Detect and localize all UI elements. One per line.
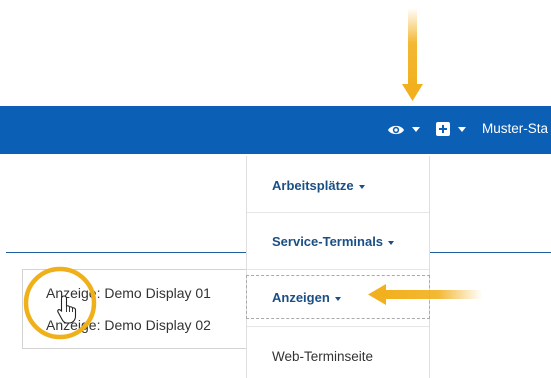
menu-item-label: Arbeitsplätze (272, 178, 354, 193)
menu-item-label: Anzeigen (272, 290, 330, 305)
menu-item-anzeigen[interactable]: Anzeigen (246, 275, 430, 319)
plus-dropdown-caret-icon[interactable] (458, 127, 466, 132)
display-submenu: Anzeige: Demo Display 01 Anzeige: Demo D… (22, 269, 248, 349)
eye-icon[interactable] (387, 123, 405, 137)
menu-item-web-terminseite[interactable]: Web-Terminseite (247, 346, 429, 376)
user-menu-label[interactable]: Muster-Sta (482, 121, 548, 136)
arrow-down-icon (402, 8, 423, 101)
display-option-2[interactable]: Anzeige: Demo Display 02 (46, 317, 211, 333)
caret-down-icon (358, 184, 365, 189)
view-dropdown-menu: Arbeitsplätze Service-Terminals Anzeigen… (246, 156, 430, 378)
display-option-1[interactable]: Anzeige: Demo Display 01 (46, 285, 211, 301)
eye-dropdown-caret-icon[interactable] (412, 127, 420, 132)
menu-divider (247, 326, 429, 327)
menu-item-service-terminals[interactable]: Service-Terminals (247, 213, 429, 270)
menu-item-label: Service-Terminals (272, 234, 384, 249)
plus-square-icon[interactable] (436, 122, 450, 136)
caret-down-icon (334, 296, 341, 301)
caret-down-icon (388, 240, 395, 245)
menu-item-arbeitsplaetze[interactable]: Arbeitsplätze (247, 156, 429, 213)
top-navbar: Muster-Sta (0, 106, 551, 154)
menu-item-label: Web-Terminseite (272, 349, 374, 364)
